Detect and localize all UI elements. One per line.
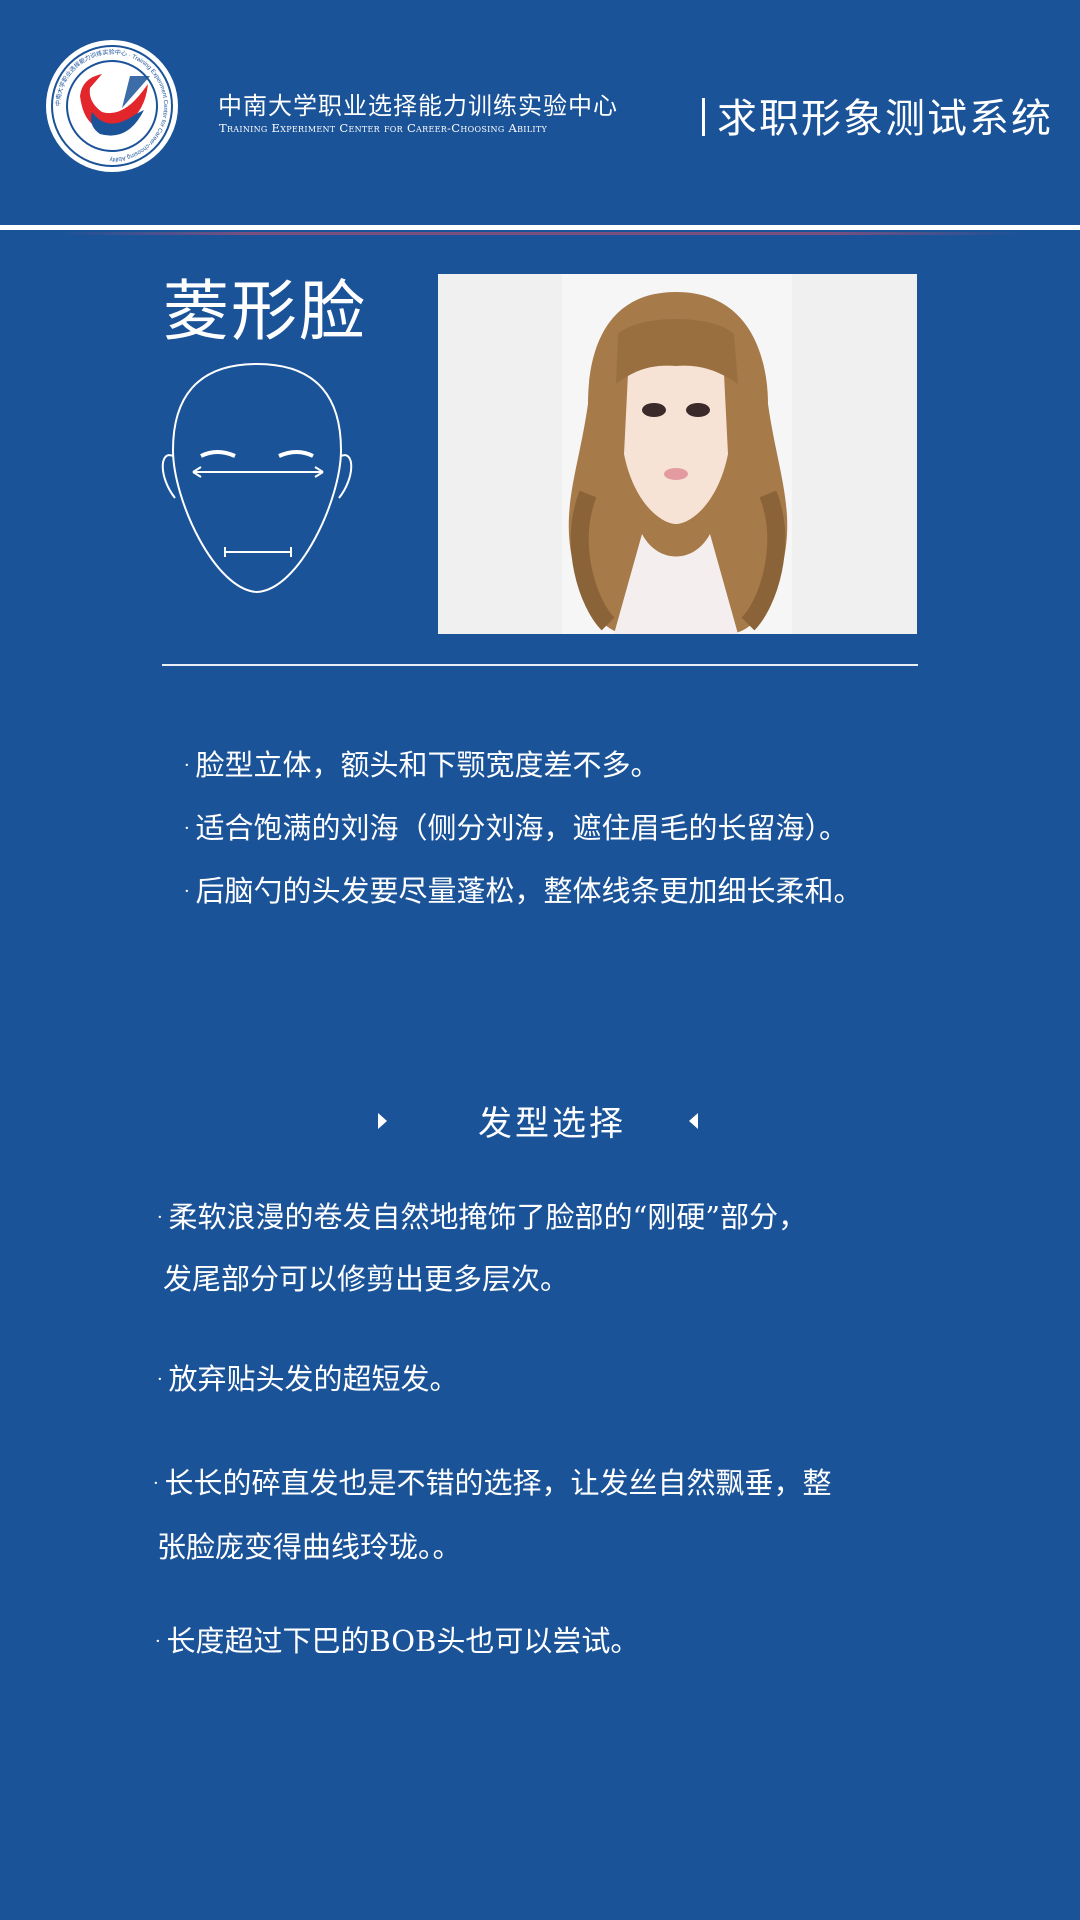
hairstyle-photo [438, 274, 917, 634]
list-item-continued: 发尾部分可以修剪出更多层次。 [163, 1262, 570, 1296]
list-item-line: 柔软浪漫的卷发自然地掩饰了脸部的“刚硬”部分， [168, 1200, 808, 1234]
list-item: · 放弃贴头发的超短发。 [157, 1362, 459, 1396]
header: 中南大学职业选择能力训练实验中心 · Training Experiment C… [0, 0, 1080, 226]
list-item: · 柔软浪漫的卷发自然地掩饰了脸部的“刚硬”部分， [157, 1200, 808, 1234]
system-title: 求职形象测试系统 [702, 86, 1053, 144]
list-item: 适合饱满的刘海（侧分刘海，遮住眉毛的长留海）。 [184, 797, 862, 860]
list-item: · 长度超过下巴的BOB头也可以尝试。 [155, 1624, 640, 1658]
list-item: 脸型立体，额头和下颚宽度差不多。 [184, 734, 862, 797]
org-name-en: Training Experiment Center for Career-Ch… [219, 121, 548, 135]
triangle-left-icon [689, 1113, 698, 1129]
list-item-line: 长度超过下巴的BOB头也可以尝试。 [166, 1624, 640, 1658]
hairstyle-heading: 发型选择 [378, 1096, 698, 1146]
section-divider [162, 664, 918, 666]
title-separator [702, 98, 705, 136]
face-type-title: 菱形脸 [163, 273, 367, 350]
header-divider [0, 225, 1080, 230]
list-item-continued: 张脸庞变得曲线玲珑。。 [157, 1530, 462, 1564]
list-item-line: 长长的碎直发也是不错的选择，让发丝自然飘垂，整 [164, 1466, 832, 1500]
header-divider-accent [60, 232, 1020, 235]
face-features-list: 脸型立体，额头和下颚宽度差不多。 适合饱满的刘海（侧分刘海，遮住眉毛的长留海）。… [184, 734, 862, 923]
face-outline-icon [161, 362, 353, 594]
center-logo: 中南大学职业选择能力训练实验中心 · Training Experiment C… [46, 40, 178, 172]
hairstyle-heading-label: 发型选择 [478, 1104, 626, 1144]
system-title-text: 求职形象测试系统 [717, 96, 1053, 142]
list-item: · 长长的碎直发也是不错的选择，让发丝自然飘垂，整 [153, 1466, 832, 1500]
woman-wavy-hair-illustration [568, 292, 788, 634]
org-name-cn: 中南大学职业选择能力训练实验中心 [218, 92, 618, 120]
triangle-right-icon [378, 1113, 387, 1129]
list-item: 后脑勺的头发要尽量蓬松，整体线条更加细长柔和。 [184, 860, 862, 923]
list-item-line: 放弃贴头发的超短发。 [168, 1362, 459, 1396]
